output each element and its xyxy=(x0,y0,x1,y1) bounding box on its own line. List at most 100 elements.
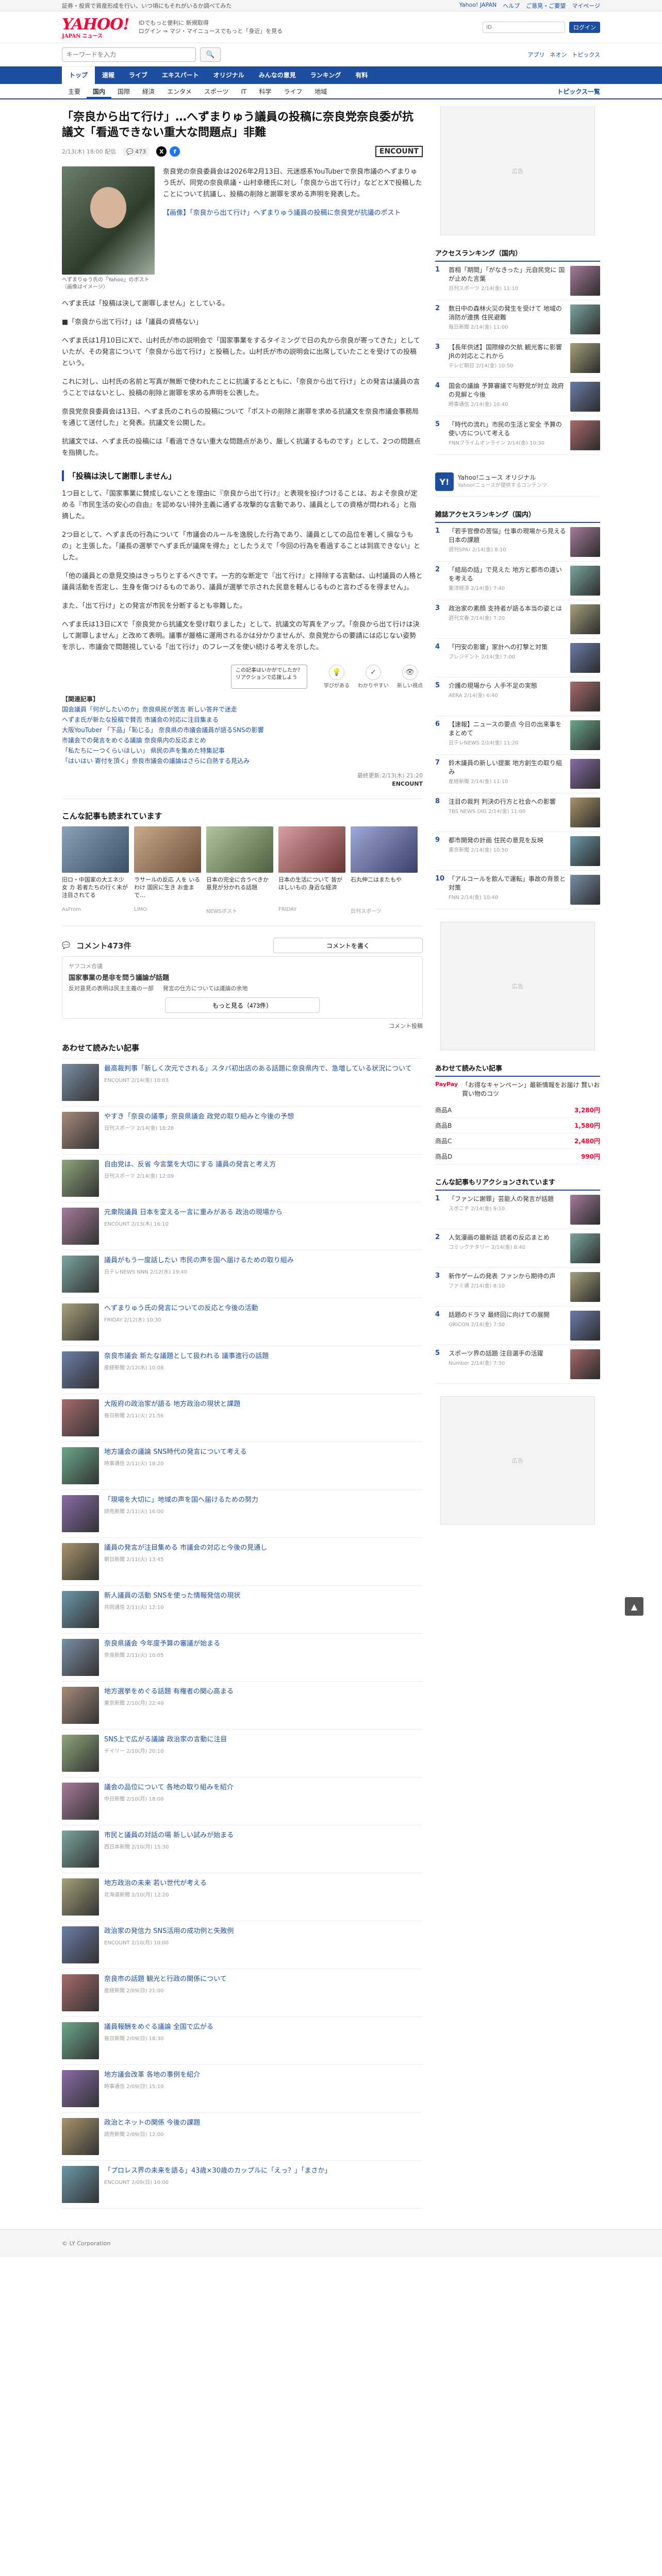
topics-list-link[interactable]: トピックス一覧 xyxy=(557,84,600,98)
provider-logo[interactable]: ENCOUNT xyxy=(375,146,423,157)
recommend-item[interactable]: 地方選挙をめぐる話題 有権者の関心高まる 東京新聞 2/10(月) 22:40 xyxy=(62,1682,423,1730)
top-link-mypage[interactable]: マイページ xyxy=(572,2,600,10)
ranking-item[interactable]: 2 「結局の話」で見えた 地方と都市の違いを考える 東洋経済 2/14(金) 7:4… xyxy=(435,562,600,600)
recommend-item[interactable]: 地方議会の議論 SNS時代の発言について考える 時事通信 2/11(火) 18:2… xyxy=(62,1442,423,1490)
nav-live[interactable]: ライブ xyxy=(122,66,155,84)
share-facebook-icon[interactable]: f xyxy=(170,146,180,157)
ranking-item[interactable]: 5 「時代の流れ」市民の生活と安全 予算の使い方について考える FNNプライムオンラ… xyxy=(435,416,600,455)
related-link[interactable]: 大阪YouTuber 「下品」「恥じる」 奈良県の市議会議員が語るSNSの影響 xyxy=(62,725,423,735)
ad-placeholder[interactable]: 広告 xyxy=(440,107,595,235)
lead-photo[interactable] xyxy=(62,166,155,275)
nav-opinion[interactable]: みんなの意見 xyxy=(252,66,303,84)
ranking-item[interactable]: 3 新作ゲームの発表 ファンから期待の声 ファミ通 2/14(金) 8:10 xyxy=(435,1268,600,1307)
top-link-yahoo[interactable]: Yahoo! JAPAN xyxy=(459,2,497,10)
recommend-item[interactable]: 地方議会改革 各地の事例を紹介 時事通信 2/09(日) 15:10 xyxy=(62,2065,423,2113)
ranking-item[interactable]: 4 「円安の影響」家計への打撃と対策 プレジデント 2/14(金) 7:00 xyxy=(435,639,600,677)
back-to-top-button[interactable]: ▲ xyxy=(625,1597,643,1616)
header-register-link[interactable]: IDでもっと便利に 新規取得 xyxy=(139,19,283,27)
tab-science[interactable]: 科学 xyxy=(253,84,277,98)
ranking-item[interactable]: 7 鈴木議員の新しい提案 地方創生の取り組み 産経新聞 2/14(金) 11:10 xyxy=(435,755,600,793)
search-link-topics[interactable]: トピックス xyxy=(572,50,600,59)
recommend-item[interactable]: 議員報酬をめぐる議論 全国で広がる 毎日新聞 2/09(日) 18:30 xyxy=(62,2017,423,2065)
recommend-item[interactable]: 市民と議員の対話の場 新しい試みが始まる 西日本新聞 2/10(月) 15:30 xyxy=(62,1825,423,1873)
recommend-item[interactable]: 新人議員の活動 SNSを使った情報発信の現状 共同通信 2/11(火) 12:10 xyxy=(62,1586,423,1634)
recommend-item[interactable]: 大阪府の政治家が語る 地方政治の現状と課題 毎日新聞 2/11(火) 21:56 xyxy=(62,1394,423,1442)
recommend-item[interactable]: 議会の品位について 各地の取り組みを紹介 中日新聞 2/10(月) 18:00 xyxy=(62,1777,423,1825)
top-link-feedback[interactable]: ご意見・ご要望 xyxy=(526,2,566,10)
recommend-item[interactable]: 政治家の発信力 SNS活用の成功例と失敗例 ENCOUNT 2/10(月) 10:… xyxy=(62,1921,423,1969)
tab-economy[interactable]: 経済 xyxy=(136,84,161,98)
nav-original[interactable]: オリジナル xyxy=(206,66,252,84)
nav-expert[interactable]: エキスパート xyxy=(155,66,206,84)
ranking-item[interactable]: 4 国会の議論 予算審議で与野党が対立 政府の見解と今後 時事通信 2/14(金) … xyxy=(435,378,600,416)
tab-domestic[interactable]: 国内 xyxy=(87,84,112,98)
ranking-item[interactable]: 1 「ファンに謝罪」芸能人の発言が話題 スポニチ 2/14(金) 9:10 xyxy=(435,1191,600,1229)
search-input[interactable] xyxy=(62,47,196,62)
ranking-item[interactable]: 5 介護の現場から 人手不足の実態 AERA 2/14(金) 6:40 xyxy=(435,677,600,716)
recommend-item[interactable]: 「現場を大切に」地域の声を国へ届けるための努力 読売新聞 2/11(火) 16:0… xyxy=(62,1490,423,1538)
tab-local[interactable]: 地域 xyxy=(308,84,333,98)
related-link[interactable]: 国会議員「何がしたいのか」奈良県民が苦言 新しい答弁で迷走 xyxy=(62,704,423,715)
recommend-item[interactable]: 自由党は、反省 今言葉を大切にする 議員の発言と考え方 日刊スポーツ 2/14(金… xyxy=(62,1155,423,1202)
login-button[interactable]: ログイン xyxy=(569,21,600,33)
search-link-app[interactable]: アプリ xyxy=(527,50,544,59)
reaction-learn[interactable]: 💡 学びがある xyxy=(324,665,350,689)
comment-count-badge[interactable]: 💬 473 xyxy=(123,147,150,156)
related-link[interactable]: 「私たちに一つくらいほしい」 県民の声を集めた特集記事 xyxy=(62,745,423,756)
write-comment-button[interactable]: コメントを書く xyxy=(273,938,423,953)
nav-paid[interactable]: 有料 xyxy=(348,66,375,84)
tab-main[interactable]: 主要 xyxy=(62,84,87,98)
ad-placeholder[interactable]: 広告 xyxy=(440,1396,595,1525)
recommend-item[interactable]: やすき「奈良の議事」奈良県議会 政党の取り組みと今後の予想 日刊スポーツ 2/14… xyxy=(62,1107,423,1155)
price-item[interactable]: 商品D 990円 xyxy=(435,1149,600,1164)
tab-entertainment[interactable]: エンタメ xyxy=(161,84,198,98)
search-link-neon[interactable]: ネオン xyxy=(550,50,567,59)
related-link[interactable]: ヘずま氏が新たな投稿で賛否 市議会の対応に注目集まる xyxy=(62,715,423,725)
also-read-card[interactable]: ラサールの反応 人を いるわけ 国民に生き お金まで… LIMO xyxy=(134,826,201,914)
recommend-item[interactable]: 最高裁判事「新しく次元でされる」スタバ初出店のある話題に奈良県内で、急増している… xyxy=(62,1059,423,1107)
ranking-item[interactable]: 3 政治家の素顔 支持者が語る本当の姿とは 週刊文春 2/14(金) 7:20 xyxy=(435,600,600,639)
nav-top[interactable]: トップ xyxy=(62,66,95,84)
ranking-item[interactable]: 2 数日中の森林火災の発生を受けて 地域の消防が連携 住民避難 毎日新聞 2/14(… xyxy=(435,300,600,339)
lead-image-link[interactable]: 【画像】「奈良から出て行け」へずまりゅう議員の投稿に奈良党が抗議のポスト xyxy=(163,208,423,219)
related-link[interactable]: 市議会での発言をめぐる議論 奈良県内の反応まとめ xyxy=(62,735,423,745)
recommend-item[interactable]: 政治とネットの関係 今後の課題 読売新聞 2/09(日) 12:00 xyxy=(62,2113,423,2161)
nav-flash[interactable]: 速報 xyxy=(95,66,122,84)
ranking-item[interactable]: 1 首相「期間」「がなきった」元自民党に 国が止めた言葉 日刊スポーツ 2/14(金… xyxy=(435,262,600,300)
recommend-item[interactable]: 「プロレス界の未来を語る」43歳×30歳のカップルに「えっ？」「まさか」 ENCO… xyxy=(62,2161,423,2209)
share-x-icon[interactable]: X xyxy=(156,146,167,157)
ranking-item[interactable]: 5 スポーツ界の話題 注目選手の活躍 Number 2/14(金) 7:30 xyxy=(435,1345,600,1384)
comment-post-link[interactable]: コメント投稿 xyxy=(62,1022,423,1030)
recommend-item[interactable]: 奈良県議会 今年度予算の審議が始まる 奈良新聞 2/11(火) 10:05 xyxy=(62,1634,423,1682)
ad-placeholder[interactable]: 広告 xyxy=(440,922,595,1050)
recommend-item[interactable]: 議員がもう一度話したい 市民の声を国へ届けるための取り組み 日テレNEWS NNN… xyxy=(62,1250,423,1298)
ranking-item[interactable]: 6 【速報】ニュースの要点 今日の出来事をまとめて 日テレNEWS 2/14(金) … xyxy=(435,716,600,755)
yahoo-news-logo[interactable]: YAHOO! JAPAN ニュース xyxy=(62,15,130,39)
price-item[interactable]: 商品B 1,580円 xyxy=(435,1118,600,1133)
paypay-item[interactable]: PayPay 「お得なキャンペーン」最新情報をお届け 賢いお買い物のコツ xyxy=(435,1077,600,1103)
search-button[interactable]: 🔍 xyxy=(200,47,221,62)
recommend-item[interactable]: 議員の発言が注目集める 市議会の対応と今後の見通し 朝日新聞 2/11(火) 13… xyxy=(62,1538,423,1586)
top-link-help[interactable]: ヘルプ xyxy=(503,2,520,10)
tab-life[interactable]: ライフ xyxy=(277,84,308,98)
credit-provider[interactable]: ENCOUNT xyxy=(62,781,423,787)
price-item[interactable]: 商品C 2,480円 xyxy=(435,1133,600,1149)
recommend-item[interactable]: 元衆院議員 日本を変える一言に重みがある 政治の現場から ENCOUNT 2/13… xyxy=(62,1202,423,1250)
also-read-card[interactable]: 石丸伸二はまたもや 日刊スポーツ xyxy=(351,826,418,914)
recommend-item[interactable]: へずまりゅう氏の発言についての反応と今後の活動 FRIDAY 2/12(水) 10… xyxy=(62,1298,423,1346)
also-read-card[interactable]: 日本の完全に合うべきか 意見が分かれる話題 NEWSポスト xyxy=(206,826,273,914)
tab-sports[interactable]: スポーツ xyxy=(198,84,235,98)
recommend-item[interactable]: 地方政治の未来 若い世代が考える 北海道新聞 2/10(月) 12:20 xyxy=(62,1873,423,1921)
recommend-item[interactable]: 奈良市議会 新たな議題として扱われる 議事進行の話題 産経新聞 2/12(水) 1… xyxy=(62,1346,423,1394)
ranking-item[interactable]: 3 【長年供述】国際線の欠航 観光客に影響 JRの対応とこれから テレビ朝日 2/1… xyxy=(435,339,600,378)
also-read-card[interactable]: 日本の生活について 皆がほしいもの 身近な経済 FRIDAY xyxy=(278,826,345,914)
reaction-newview[interactable]: 👁 新しい視点 xyxy=(397,665,423,689)
related-link[interactable]: 「はいはい 寄付を頂く」奈良市議会の議論はさらに白熱する見込み xyxy=(62,756,423,766)
tab-world[interactable]: 国際 xyxy=(111,84,136,98)
more-comments-button[interactable]: もっと見る（473件） xyxy=(165,997,320,1013)
ranking-item[interactable]: 4 話題のドラマ 最終回に向けての展開 ORICON 2/14(金) 7:50 xyxy=(435,1307,600,1345)
login-input[interactable] xyxy=(483,21,565,33)
reaction-clear[interactable]: ✓ わかりやすい xyxy=(358,665,389,689)
comment-total[interactable]: コメント473件 xyxy=(76,940,131,951)
price-item[interactable]: 商品A 3,280円 xyxy=(435,1103,600,1118)
